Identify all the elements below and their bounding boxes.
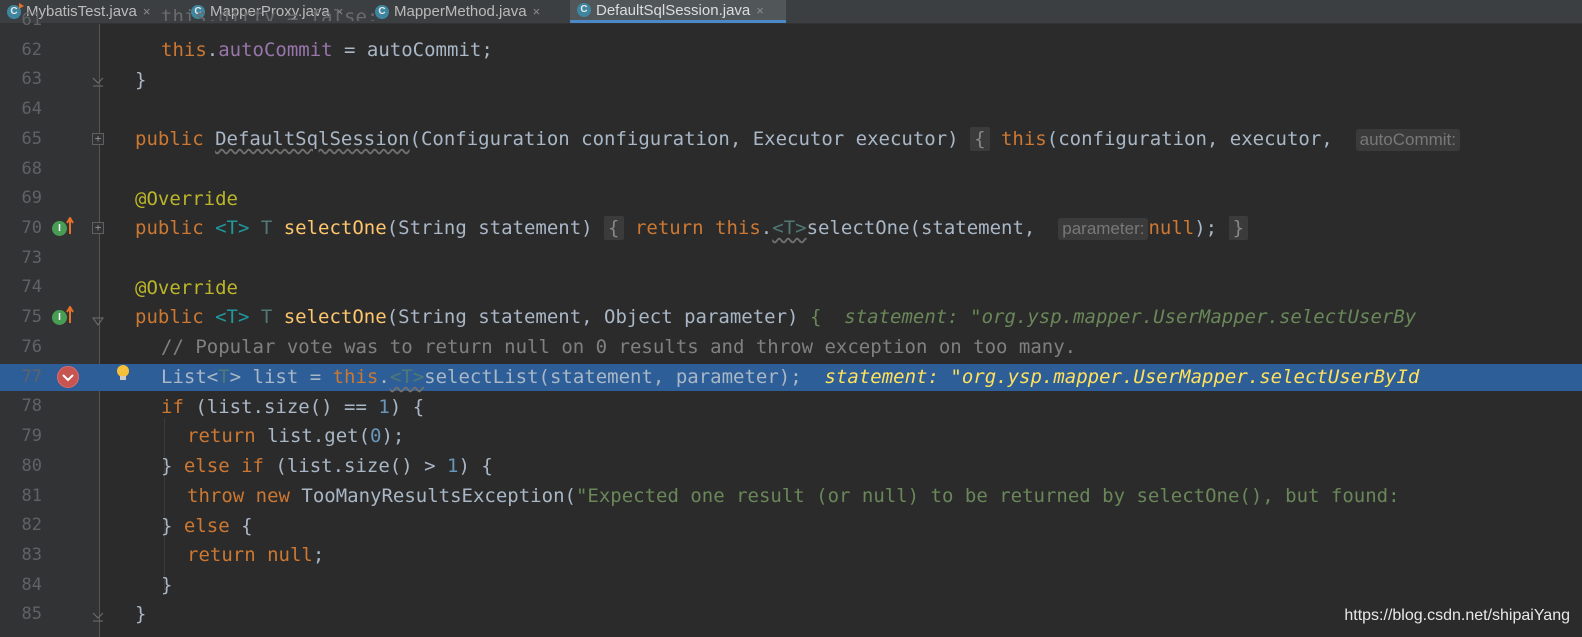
parameter-hint: parameter:	[1058, 218, 1149, 240]
expand-fold-icon[interactable]: +	[92, 222, 104, 234]
code-line-65[interactable]: public DefaultSqlSession(Configuration c…	[135, 127, 1460, 151]
code-line-82[interactable]: } else {	[161, 514, 253, 538]
implements-arrow-icon	[66, 305, 74, 324]
code-line-84[interactable]: }	[161, 573, 172, 597]
code-line-61[interactable]: this.dirty = false;	[161, 5, 378, 21]
line-number: 75	[21, 307, 42, 327]
folded-code-marker[interactable]: {	[970, 127, 990, 151]
code-line-83[interactable]: return null;	[187, 543, 324, 567]
code-line-62[interactable]: this.autoCommit = autoCommit;	[161, 38, 493, 62]
implements-method-icon[interactable]: I	[52, 221, 67, 236]
line-number: 83	[21, 545, 42, 565]
line-number: 68	[21, 159, 42, 179]
tab-label: MapperMethod.java	[394, 3, 527, 20]
java-class-icon: C	[577, 3, 591, 17]
folded-code-marker-end[interactable]: }	[1228, 216, 1249, 240]
code-line-81[interactable]: throw new TooManyResultsException("Expec…	[187, 484, 1411, 508]
implements-method-icon[interactable]: I	[52, 310, 67, 325]
code-line-76[interactable]: // Popular vote was to return null on 0 …	[161, 335, 1076, 359]
code-line-85[interactable]: }	[135, 602, 146, 626]
code-line-77[interactable]: List<T> list = this.<T>selectList(statem…	[161, 365, 1419, 389]
code-line-63[interactable]: }	[135, 68, 146, 92]
tab-defaultsqlsession[interactable]: C DefaultSqlSession.java ×	[570, 0, 786, 23]
line-number: 78	[21, 396, 42, 416]
inline-debug-value: statement: "org.ysp.mapper.UserMapper.se…	[824, 366, 1420, 388]
close-icon[interactable]: ×	[143, 4, 151, 19]
line-number: 84	[21, 575, 42, 595]
parameter-hint: autoCommit:	[1355, 129, 1460, 151]
implements-arrow-icon	[66, 216, 74, 235]
line-number: 76	[21, 337, 42, 357]
tab-label: MybatisTest.java	[26, 3, 137, 20]
line-number: 65	[21, 129, 42, 149]
close-icon[interactable]: ×	[533, 4, 541, 19]
close-icon[interactable]: ×	[756, 3, 764, 18]
collapse-fold-icon[interactable]	[92, 312, 104, 326]
code-line-75[interactable]: public <T> T selectOne(String statement,…	[135, 305, 1416, 329]
breakpoint-icon[interactable]	[57, 366, 79, 388]
code-line-69[interactable]: @Override	[135, 187, 238, 211]
fold-end-icon[interactable]	[92, 607, 104, 622]
code-line-78[interactable]: if (list.size() == 1) {	[161, 395, 424, 419]
code-line-79[interactable]: return list.get(0);	[187, 424, 404, 448]
line-number: 63	[21, 69, 42, 89]
line-number: 73	[21, 248, 42, 268]
watermark-url: https://blog.csdn.net/shipaiYang	[1344, 607, 1570, 624]
expand-fold-icon[interactable]: +	[92, 133, 104, 145]
fold-end-icon[interactable]	[92, 72, 104, 87]
code-line-70[interactable]: public <T> T selectOne(String statement)…	[135, 216, 1249, 240]
line-number: 70	[21, 218, 42, 238]
inline-debug-value: statement: "org.ysp.mapper.UserMapper.se…	[844, 306, 1417, 328]
line-number: 69	[21, 188, 42, 208]
tab-label: DefaultSqlSession.java	[596, 1, 751, 19]
line-number: 82	[21, 515, 42, 535]
line-number: 74	[21, 277, 42, 297]
code-line-74[interactable]: @Override	[135, 276, 238, 300]
line-number: 77	[21, 367, 42, 387]
tab-mappermethod[interactable]: C MapperMethod.java ×	[368, 0, 566, 23]
line-number: 80	[21, 456, 42, 476]
indent-guide	[164, 418, 165, 590]
line-number: 61	[21, 10, 42, 30]
line-number: 85	[21, 604, 42, 624]
line-number: 81	[21, 486, 42, 506]
line-number: 62	[21, 40, 42, 60]
line-number: 64	[21, 99, 42, 119]
line-number: 79	[21, 426, 42, 446]
code-line-80[interactable]: } else if (list.size() > 1) {	[161, 454, 493, 478]
lightbulb-icon[interactable]	[116, 364, 130, 382]
folded-code-marker[interactable]: {	[604, 216, 624, 240]
gutter-divider	[99, 24, 100, 637]
